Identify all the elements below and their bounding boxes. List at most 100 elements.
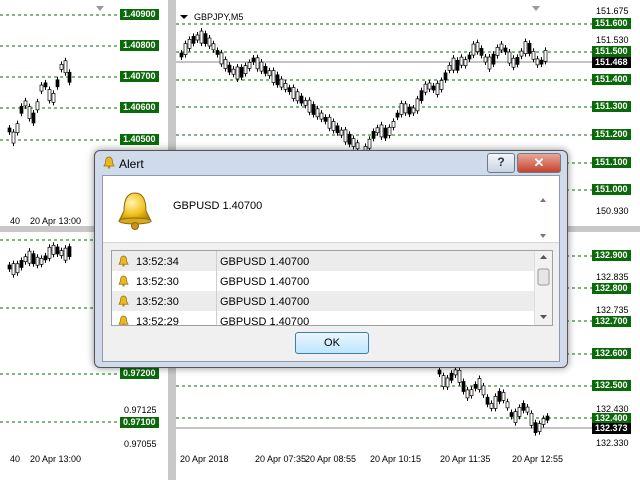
- candle-body: [267, 70, 272, 77]
- time-label: 40: [10, 454, 21, 464]
- candle-body: [443, 72, 448, 81]
- candle-body: [415, 98, 420, 112]
- alert-dialog[interactable]: Alert ? ✕ GBPUSD 1.40700 13:52:34 GBPUSD…: [94, 150, 568, 368]
- candle-body: [347, 133, 352, 145]
- candle-body: [509, 412, 514, 417]
- candle-body: [539, 59, 544, 65]
- candle-body: [461, 381, 466, 392]
- candle-body: [55, 246, 60, 255]
- time-label: 20 Apr 08:55: [305, 454, 357, 464]
- candle-body: [191, 36, 196, 44]
- alert-time: 13:52:30: [136, 276, 179, 288]
- bell-icon: [118, 295, 129, 309]
- candle-body: [211, 43, 216, 51]
- alert-time: 13:52:34: [136, 256, 179, 268]
- candle-body: [513, 411, 518, 423]
- candle-body: [493, 396, 498, 409]
- candle-body: [459, 56, 464, 66]
- candle-body: [475, 42, 480, 52]
- time-label: 20 Apr 12:55: [512, 454, 564, 464]
- candle-body: [427, 82, 432, 90]
- candle-body: [179, 52, 184, 58]
- bell-icon: [118, 255, 129, 269]
- candle-body: [525, 406, 530, 413]
- candle-body: [303, 100, 308, 106]
- price-label: 0.97055: [124, 439, 157, 449]
- alert-text: GBPUSD 1.40700: [220, 296, 310, 308]
- candle-body: [515, 57, 520, 65]
- candle-body: [447, 65, 452, 71]
- alert-text: GBPUSD 1.40700: [220, 256, 310, 268]
- list-item[interactable]: 13:52:29 GBPUSD 1.40700: [112, 311, 534, 326]
- alert-history-list[interactable]: 13:52:34 GBPUSD 1.40700 13:52:30 GBPUSD …: [111, 250, 553, 326]
- candle-body: [31, 253, 36, 265]
- level-label: 132.900: [592, 250, 631, 261]
- ok-button[interactable]: OK: [295, 332, 369, 354]
- list-scrollbar[interactable]: [534, 251, 552, 325]
- candle-body: [395, 112, 400, 118]
- alert-time: 13:52:29: [136, 316, 179, 326]
- candle-body: [47, 89, 52, 101]
- candle-body: [519, 50, 524, 57]
- candle-body: [27, 106, 32, 119]
- list-item[interactable]: 13:52:30 GBPUSD 1.40700: [112, 291, 534, 311]
- candle-body: [215, 50, 220, 55]
- list-item[interactable]: 13:52:30 GBPUSD 1.40700: [112, 271, 534, 291]
- candle-body: [55, 79, 60, 88]
- candle-body: [391, 121, 396, 128]
- candle-body: [383, 127, 388, 139]
- candle-body: [523, 41, 528, 54]
- close-button[interactable]: ✕: [517, 153, 561, 173]
- candle-body: [451, 57, 456, 71]
- candle-body: [465, 389, 470, 399]
- level-label: 151.200: [592, 129, 631, 140]
- candle-body: [235, 66, 240, 80]
- dialog-body: GBPUSD 1.40700 13:52:34 GBPUSD 1.40700 1…: [102, 175, 560, 362]
- candle-body: [307, 99, 312, 113]
- candle-body: [445, 377, 450, 388]
- candle-body: [497, 390, 502, 402]
- candle-body: [533, 422, 538, 433]
- level-label: 132.800: [592, 283, 631, 294]
- candle-body: [59, 250, 64, 256]
- candle-body: [23, 256, 28, 263]
- candle-body: [63, 247, 68, 261]
- candle-body: [11, 131, 16, 144]
- help-button[interactable]: ?: [487, 153, 515, 173]
- candle-body: [183, 43, 188, 55]
- candle-body: [19, 260, 24, 268]
- candle-body: [527, 43, 532, 54]
- candle-body: [43, 255, 48, 261]
- dialog-titlebar[interactable]: Alert: [103, 154, 144, 174]
- candle-body: [481, 385, 486, 396]
- candle-body: [501, 392, 506, 401]
- candle-body: [51, 244, 56, 255]
- candle-body: [51, 92, 56, 103]
- candle-body: [39, 258, 44, 265]
- candle-body: [311, 104, 316, 115]
- candle-body: [315, 108, 320, 118]
- candle-body: [35, 256, 40, 266]
- candle-body: [7, 264, 12, 270]
- candle-body: [335, 125, 340, 134]
- level-label: 1.40500: [120, 134, 159, 145]
- candle-body: [231, 68, 236, 75]
- bell-icon: [118, 275, 129, 289]
- candle-body: [247, 62, 252, 69]
- price-label: 132.835: [596, 272, 629, 282]
- level-label: 0.97100: [120, 417, 159, 428]
- level-label: 132.700: [592, 316, 631, 327]
- current-price-label: 151.468: [592, 57, 631, 68]
- time-label: 20 Apr 10:15: [370, 454, 422, 464]
- candle-body: [275, 74, 280, 86]
- candle-body: [223, 59, 228, 69]
- candle-body: [403, 103, 408, 114]
- candle-body: [239, 66, 244, 78]
- candle-body: [457, 370, 462, 383]
- candle-body: [67, 71, 72, 83]
- candle-body: [15, 123, 20, 134]
- message-scrollbar[interactable]: [537, 196, 549, 242]
- candle-body: [271, 70, 276, 83]
- list-item[interactable]: 13:52:34 GBPUSD 1.40700: [112, 251, 534, 271]
- candle-body: [43, 82, 48, 88]
